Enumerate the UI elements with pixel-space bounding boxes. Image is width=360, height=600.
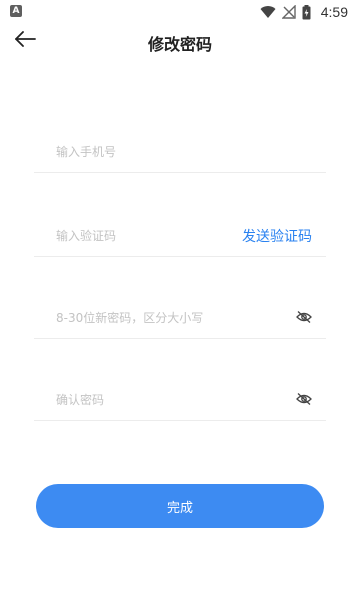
eye-off-icon[interactable] bbox=[296, 392, 312, 406]
no-signal-icon bbox=[281, 5, 296, 19]
submit-button[interactable]: 完成 bbox=[36, 484, 324, 528]
status-icons: 4:59 bbox=[260, 2, 348, 22]
status-time: 4:59 bbox=[320, 4, 348, 20]
eye-off-icon[interactable] bbox=[296, 310, 312, 324]
verification-code-row: 发送验证码 bbox=[34, 216, 326, 257]
confirm-password-input[interactable] bbox=[56, 388, 256, 412]
phone-input[interactable] bbox=[56, 140, 256, 164]
page-title: 修改密码 bbox=[147, 35, 212, 54]
send-code-button[interactable]: 发送验证码 bbox=[242, 226, 312, 246]
verification-code-input[interactable] bbox=[56, 224, 226, 248]
app-notification-icon: A bbox=[10, 5, 22, 17]
new-password-row bbox=[34, 298, 326, 339]
confirm-password-row bbox=[34, 380, 326, 421]
battery-charging-icon bbox=[302, 4, 311, 19]
wifi-icon bbox=[260, 6, 276, 19]
phone-row bbox=[34, 132, 326, 173]
new-password-input[interactable] bbox=[56, 306, 276, 330]
status-bar: A 4:59 bbox=[0, 0, 360, 24]
